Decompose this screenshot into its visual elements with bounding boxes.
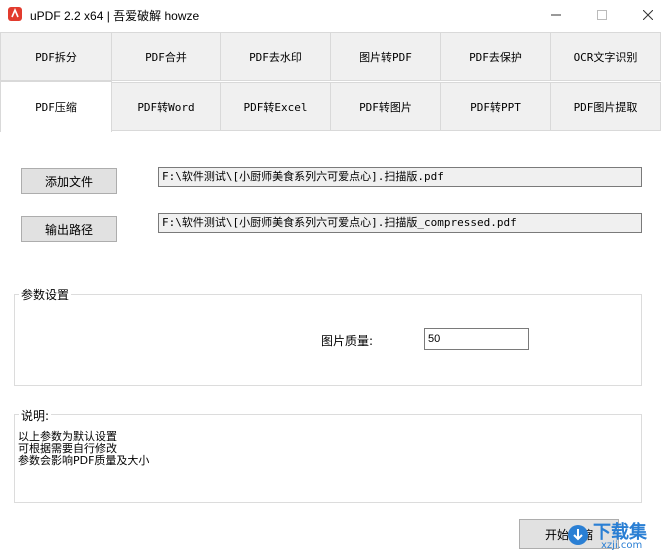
add-file-button[interactable]: 添加文件 <box>21 168 117 194</box>
close-icon <box>643 10 653 20</box>
notes-group-label: 说明: <box>19 407 52 424</box>
tab-image-to-pdf[interactable]: 图片转PDF <box>330 32 441 81</box>
tab-pdf-to-excel[interactable]: PDF转Excel <box>220 82 331 131</box>
tab-pdf-remove-watermark[interactable]: PDF去水印 <box>220 32 331 81</box>
params-group-label: 参数设置 <box>19 286 72 303</box>
quality-label: 图片质量: <box>321 334 374 348</box>
close-button[interactable] <box>625 0 671 30</box>
note-line: 参数会影响PDF质量及大小 <box>18 454 150 467</box>
tab-ocr[interactable]: OCR文字识别 <box>550 32 661 81</box>
minimize-button[interactable] <box>533 0 579 30</box>
tab-pdf-unprotect[interactable]: PDF去保护 <box>440 32 551 81</box>
tab-pdf-split[interactable]: PDF拆分 <box>0 32 112 81</box>
tab-pdf-to-ppt[interactable]: PDF转PPT <box>440 82 551 131</box>
download-arrow-icon <box>568 525 588 545</box>
title-bar: uPDF 2.2 x64 | 吾爱破解 howze <box>0 0 671 30</box>
tab-pdf-compress[interactable]: PDF压缩 <box>0 81 112 132</box>
maximize-button[interactable] <box>579 0 625 30</box>
output-path-button[interactable]: 输出路径 <box>21 216 117 242</box>
input-file-path[interactable]: F:\软件测试\[小厨师美食系列六可爱点心].扫描版.pdf <box>158 167 642 187</box>
app-icon <box>8 7 22 21</box>
tab-pdf-to-word[interactable]: PDF转Word <box>111 82 221 131</box>
minimize-icon <box>551 14 561 16</box>
tab-pdf-image-extract[interactable]: PDF图片提取 <box>550 82 661 131</box>
window-title: uPDF 2.2 x64 | 吾爱破解 howze <box>30 9 200 23</box>
output-file-path[interactable]: F:\软件测试\[小厨师美食系列六可爱点心].扫描版_compressed.pd… <box>158 213 642 233</box>
watermark-logo: 下载集 xzji.com <box>561 512 671 557</box>
watermark-subtext: xzji.com <box>601 540 643 551</box>
compress-panel: 添加文件 F:\软件测试\[小厨师美食系列六可爱点心].扫描版.pdf 输出路径… <box>0 131 660 557</box>
notes-text: 以上参数为默认设置 可根据需要自行修改 参数会影响PDF质量及大小 <box>18 431 149 467</box>
tab-pdf-to-image[interactable]: PDF转图片 <box>330 82 441 131</box>
tab-pdf-merge[interactable]: PDF合并 <box>111 32 221 81</box>
quality-input[interactable]: 50 <box>424 328 529 350</box>
maximize-icon <box>597 10 607 20</box>
